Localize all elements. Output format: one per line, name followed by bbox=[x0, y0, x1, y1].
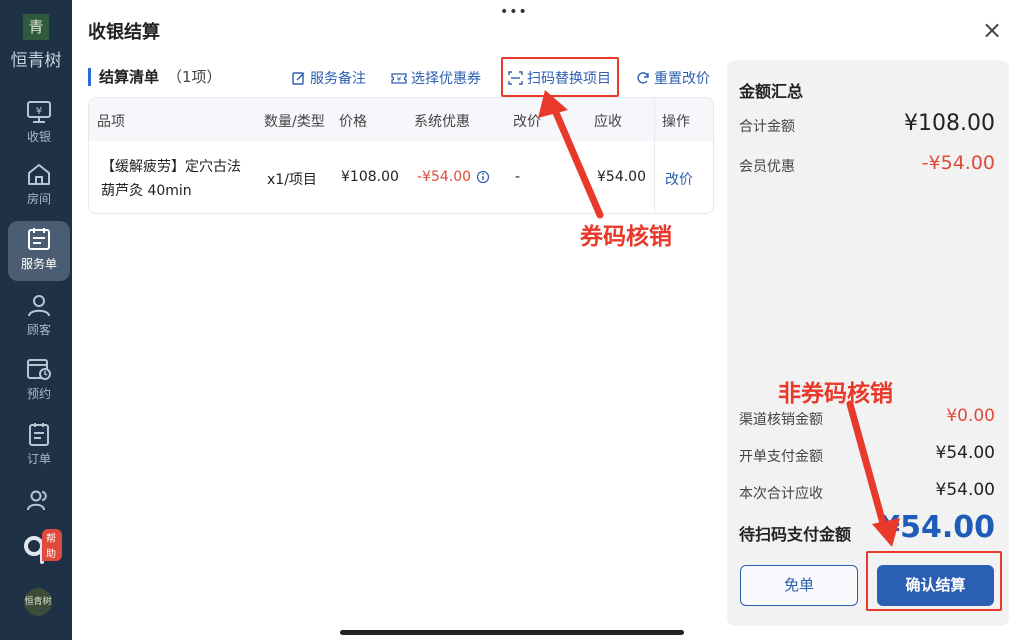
annotation-coupon-verify: 券码核销 bbox=[580, 224, 672, 250]
channel-amount-label: 渠道核销金额 bbox=[739, 412, 823, 428]
annotation-non-coupon-verify: 非券码核销 bbox=[778, 381, 893, 407]
open-pay-label: 开单支付金额 bbox=[739, 449, 823, 465]
open-pay-value: ¥54.00 bbox=[935, 443, 995, 463]
summary-title: 金额汇总 bbox=[739, 82, 804, 101]
free-order-button[interactable]: 免单 bbox=[740, 565, 858, 606]
member-discount-label: 会员优惠 bbox=[739, 159, 795, 175]
home-indicator bbox=[340, 630, 684, 635]
total-label: 合计金额 bbox=[739, 119, 795, 135]
amount-summary-panel: 金额汇总 合计金额 ¥108.00 会员优惠 -¥54.00 渠道核销金额 ¥0… bbox=[727, 60, 1009, 626]
channel-amount-value: ¥0.00 bbox=[946, 406, 995, 426]
pending-pay-value: ¥54.00 bbox=[879, 510, 995, 545]
pending-pay-label: 待扫码支付金额 bbox=[739, 525, 852, 544]
arrow-head-scan bbox=[538, 90, 568, 118]
current-receivable-value: ¥54.00 bbox=[935, 480, 995, 500]
total-value: ¥108.00 bbox=[904, 111, 995, 136]
current-receivable-label: 本次合计应收 bbox=[739, 486, 823, 502]
arrow-to-scan bbox=[550, 104, 604, 219]
highlight-confirm-box bbox=[866, 551, 1002, 611]
member-discount-value: -¥54.00 bbox=[921, 152, 995, 174]
